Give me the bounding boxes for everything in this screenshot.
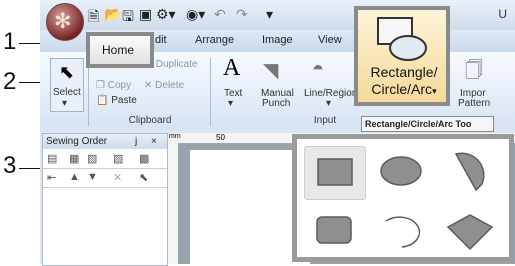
- ellipse-tool[interactable]: [372, 146, 432, 198]
- tab-view[interactable]: View: [318, 34, 342, 46]
- tab-arrange[interactable]: Arrange: [195, 34, 234, 46]
- ellipse-shape-icon: [380, 156, 422, 186]
- ungroup-icon[interactable]: ▧: [87, 152, 97, 165]
- import-pattern-icon[interactable]: 🗍: [465, 58, 483, 88]
- arrow-cursor-icon: ⬉: [59, 62, 75, 82]
- clipboard-group-label: Clipboard: [128, 115, 172, 126]
- rounded-rectangle-shape-icon: [316, 216, 352, 244]
- rectangle-label-line1: Rectangle/: [370, 64, 438, 80]
- open-icon[interactable]: 📂: [104, 6, 121, 23]
- move-up-icon[interactable]: ▲: [69, 171, 80, 183]
- sort-icon[interactable]: ▤: [47, 152, 57, 165]
- circle-chord-tool[interactable]: [440, 205, 500, 257]
- close-icon[interactable]: ×: [151, 134, 157, 149]
- split-icon[interactable]: ▨: [113, 152, 123, 165]
- sewing-order-panel: Sewing Order ј × ▤ ▦ ▧ ▨ ▩ ⇤ ▲ ▼ ✕ ⬉: [42, 133, 168, 266]
- callout-2: 2: [3, 68, 17, 95]
- rectangle-label-line2: Circle/Arc: [371, 81, 433, 97]
- callout-1: 1: [3, 28, 17, 55]
- sewing-order-toolbar: ▤ ▦ ▧ ▨ ▩: [43, 150, 167, 169]
- tab-edit[interactable]: dit: [155, 34, 167, 46]
- ruler-label-50: 50: [216, 133, 225, 142]
- chevron-down-icon: ▾: [62, 98, 68, 109]
- arc-tool[interactable]: [372, 205, 432, 257]
- copy-button[interactable]: ❐ Copy: [96, 80, 131, 91]
- tab-home[interactable]: Home: [86, 32, 154, 68]
- pin-icon[interactable]: ј: [135, 134, 137, 149]
- pointer-icon[interactable]: ⬉: [139, 171, 148, 184]
- chord-shape-icon: [446, 214, 494, 251]
- sector-shape-icon: [454, 152, 485, 192]
- record-icon[interactable]: ◉▾: [186, 6, 205, 23]
- sector-tool[interactable]: [440, 146, 500, 198]
- copy-label: Copy: [107, 80, 132, 91]
- input-group-label: Input: [313, 115, 337, 126]
- rounded-rectangle-tool[interactable]: [304, 205, 364, 257]
- group-icon[interactable]: ▦: [69, 152, 79, 165]
- sewing-order-title: Sewing Order: [46, 136, 108, 147]
- sewing-order-header: Sewing Order ј ×: [43, 134, 167, 149]
- text-tool-label: Text: [224, 88, 243, 99]
- application-menu-button[interactable]: ✻: [46, 3, 84, 41]
- chevron-down-icon: ▾: [326, 98, 332, 109]
- ruler-unit: mm: [169, 133, 181, 140]
- vertical-ruler: [168, 143, 179, 264]
- layout-icon[interactable]: ▩: [139, 152, 149, 165]
- rectangle-shape-icon: [317, 158, 353, 186]
- chevron-down-icon: ▾: [432, 86, 437, 96]
- text-tool-icon[interactable]: A: [223, 55, 240, 82]
- line-region-icon[interactable]: ◓: [312, 58, 324, 81]
- tooltip: Rectangle/Circle/Arc Too: [361, 116, 494, 132]
- redo-icon[interactable]: ↷: [236, 6, 248, 23]
- import-pattern-label-2: Pattern: [458, 98, 491, 109]
- tab-image[interactable]: Image: [262, 34, 293, 46]
- delete-button[interactable]: ✕ Delete: [144, 80, 184, 91]
- tab-home-label: Home: [102, 43, 135, 57]
- move-down-icon[interactable]: ▼: [87, 171, 98, 183]
- callout-3: 3: [3, 152, 17, 179]
- shape-selection-popup: [292, 134, 514, 262]
- manual-punch-icon[interactable]: ◥: [263, 58, 278, 83]
- move-first-icon[interactable]: ⇤: [47, 171, 56, 184]
- stop-icon[interactable]: ▣: [139, 6, 152, 23]
- chevron-down-icon: ▾: [228, 98, 234, 109]
- new-file-icon[interactable]: 🗎: [88, 6, 99, 30]
- rectangle-tool[interactable]: [304, 146, 366, 200]
- remove-icon[interactable]: ✕: [113, 171, 122, 184]
- undo-icon[interactable]: ↶: [214, 6, 226, 23]
- separator: [210, 58, 211, 126]
- paste-button[interactable]: 📋 Paste: [96, 95, 137, 106]
- qat-menu-icon[interactable]: ▾: [266, 6, 273, 23]
- window-title: U: [498, 7, 507, 21]
- rectangle-circle-arc-icon: [377, 17, 427, 61]
- duplicate-label: Duplicate: [155, 59, 198, 70]
- manual-punch-label-2: Punch: [262, 98, 291, 109]
- paste-label: Paste: [111, 95, 137, 106]
- rectangle-circle-arc-button[interactable]: Rectangle/ Circle/Arc▾: [354, 6, 450, 106]
- select-label: Select: [53, 87, 81, 98]
- sewing-order-toolbar-2: ⇤ ▲ ▼ ✕ ⬉: [43, 169, 167, 188]
- arc-shape-icon: [385, 216, 421, 248]
- save-icon[interactable]: 🖫: [122, 6, 134, 30]
- delete-label: Delete: [155, 80, 185, 91]
- settings-icon[interactable]: ⚙▾: [156, 6, 176, 23]
- separator: [88, 58, 89, 126]
- application-logo-icon: ✻: [54, 10, 72, 33]
- rectangle-circle-arc-label: Rectangle/ Circle/Arc▾: [364, 64, 444, 100]
- select-button[interactable]: ⬉ Select ▾: [50, 58, 84, 112]
